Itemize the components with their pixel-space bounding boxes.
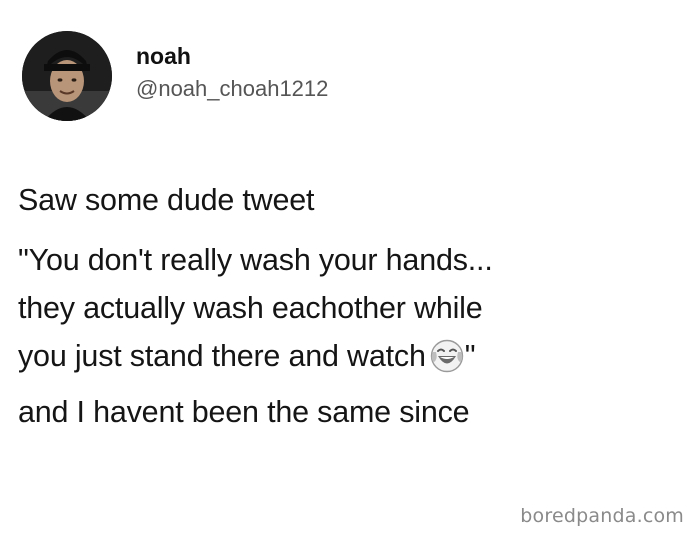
tweet-line: they actually wash eachother while	[18, 291, 483, 325]
author-handle[interactable]: @noah_choah1212	[136, 73, 328, 105]
tweet-line-with-emoji: you just stand there and watch "	[18, 332, 688, 380]
author-display-name[interactable]: noah	[136, 41, 328, 71]
watermark: boredpanda.com	[520, 505, 684, 527]
tweet-card: noah @noah_choah1212 Saw some dude tweet…	[0, 0, 700, 535]
tweet-line: and I havent been the same since	[18, 395, 470, 429]
avatar[interactable]	[22, 31, 112, 121]
tweet-line: "You don't really wash your hands...	[18, 243, 493, 277]
avatar-photo-icon	[22, 31, 112, 121]
face-with-tears-of-joy-icon	[430, 339, 464, 373]
tweet-line-text: you just stand there and watch	[18, 339, 426, 373]
closing-quote: "	[464, 339, 476, 373]
tweet-header: noah @noah_choah1212	[22, 24, 328, 128]
tweet-line: Saw some dude tweet	[18, 183, 315, 217]
tweet-text: Saw some dude tweet "You don't really wa…	[18, 176, 688, 436]
author-names: noah @noah_choah1212	[136, 41, 328, 105]
